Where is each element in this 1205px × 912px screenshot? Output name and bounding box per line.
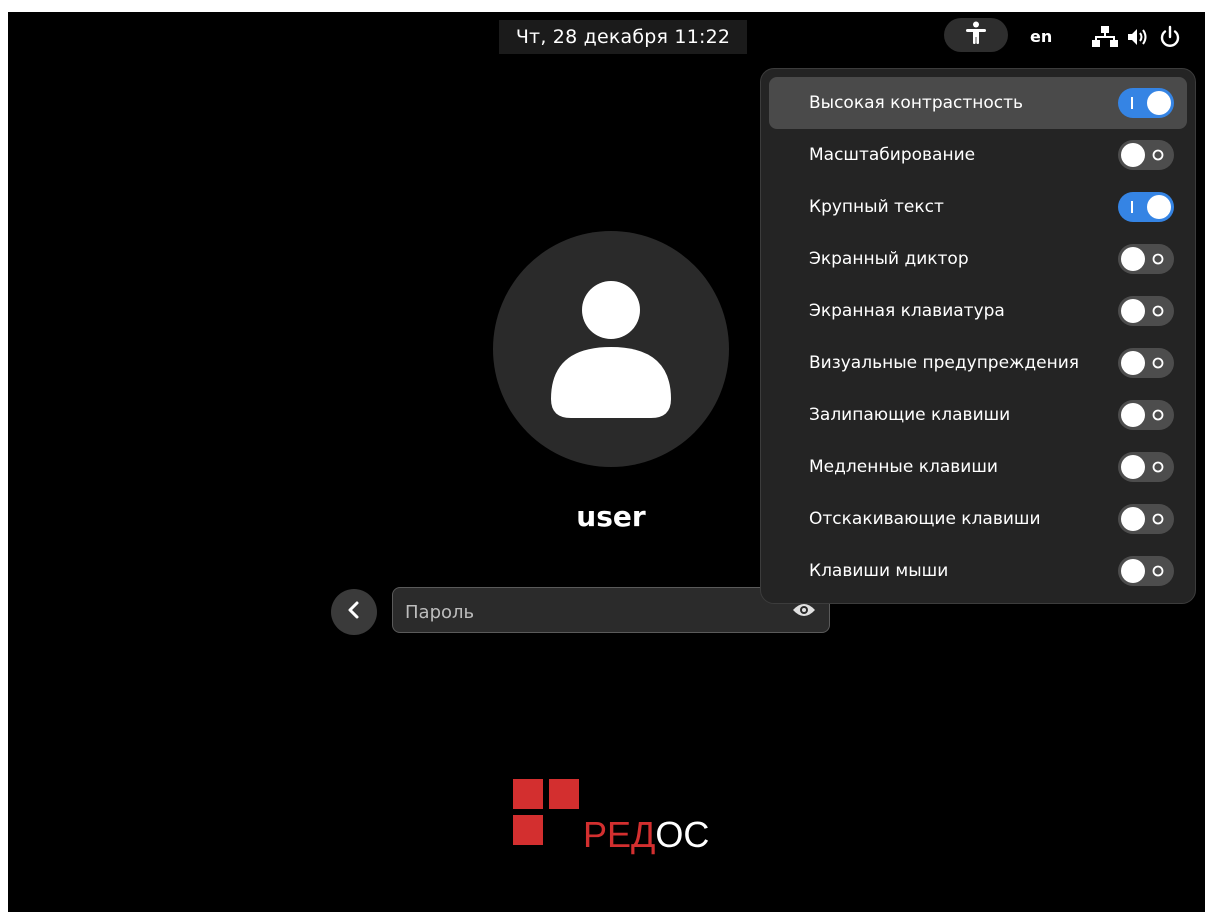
menu-item-label: Залипающие клавиши	[809, 405, 1011, 425]
menu-item-sticky-keys[interactable]: Залипающие клавиши	[769, 389, 1187, 441]
sticky-keys-toggle[interactable]	[1118, 400, 1174, 430]
toggle-on-icon	[1130, 192, 1134, 222]
menu-item-screen-keyboard[interactable]: Экранная клавиатура	[769, 285, 1187, 337]
username-label: user	[576, 500, 646, 533]
toggle-on-icon	[1130, 88, 1134, 118]
menu-item-label: Клавиши мыши	[809, 561, 949, 581]
menu-item-screen-reader[interactable]: Экранный диктор	[769, 233, 1187, 285]
menu-item-slow-keys[interactable]: Медленные клавиши	[769, 441, 1187, 493]
zoom-toggle[interactable]	[1118, 140, 1174, 170]
screen-reader-toggle[interactable]	[1118, 244, 1174, 274]
top-bar: Чт, 28 декабря 11:22 en	[8, 12, 1205, 62]
toggle-knob	[1121, 559, 1145, 583]
menu-item-label: Экранная клавиатура	[809, 301, 1005, 321]
toggle-off-icon	[1152, 400, 1164, 430]
menu-item-label: Медленные клавиши	[809, 457, 998, 477]
volume-icon	[1126, 25, 1150, 49]
accessibility-menu: Высокая контрастность Масштабирование Кр…	[760, 68, 1196, 604]
system-status-area[interactable]	[1092, 24, 1182, 50]
menu-item-visual-alerts[interactable]: Визуальные предупреждения	[769, 337, 1187, 389]
toggle-off-icon	[1152, 452, 1164, 482]
toggle-knob	[1121, 299, 1145, 323]
toggle-knob	[1121, 143, 1145, 167]
logo-text: РЕДОС	[583, 815, 709, 855]
high-contrast-toggle[interactable]	[1118, 88, 1174, 118]
back-button[interactable]	[331, 589, 377, 635]
password-input[interactable]	[403, 596, 787, 628]
menu-item-label: Визуальные предупреждения	[809, 353, 1079, 373]
logo-square	[513, 815, 543, 845]
toggle-knob	[1121, 247, 1145, 271]
slow-keys-toggle[interactable]	[1118, 452, 1174, 482]
power-icon	[1158, 25, 1182, 49]
logo-text-white: ОС	[655, 814, 710, 855]
accessibility-icon	[965, 21, 987, 49]
toggle-off-icon	[1152, 348, 1164, 378]
toggle-knob	[1147, 91, 1171, 115]
toggle-knob	[1121, 507, 1145, 531]
network-icon	[1092, 25, 1118, 49]
accessibility-menu-button[interactable]	[944, 18, 1008, 52]
toggle-off-icon	[1152, 140, 1164, 170]
toggle-knob	[1121, 403, 1145, 427]
menu-item-zoom[interactable]: Масштабирование	[769, 129, 1187, 181]
toggle-off-icon	[1152, 296, 1164, 326]
bounce-keys-toggle[interactable]	[1118, 504, 1174, 534]
language-indicator[interactable]: en	[1030, 22, 1052, 50]
large-text-toggle[interactable]	[1118, 192, 1174, 222]
menu-item-label: Отскакивающие клавиши	[809, 509, 1041, 529]
menu-item-label: Экранный диктор	[809, 249, 969, 269]
menu-item-mouse-keys[interactable]: Клавиши мыши	[769, 545, 1187, 597]
logo-text-red: РЕД	[583, 814, 656, 855]
screen-keyboard-toggle[interactable]	[1118, 296, 1174, 326]
menu-item-high-contrast[interactable]: Высокая контрастность	[769, 77, 1187, 129]
toggle-knob	[1121, 455, 1145, 479]
toggle-off-icon	[1152, 556, 1164, 586]
clock[interactable]: Чт, 28 декабря 11:22	[499, 20, 747, 54]
toggle-knob	[1121, 351, 1145, 375]
toggle-off-icon	[1152, 504, 1164, 534]
menu-item-label: Высокая контрастность	[809, 93, 1024, 113]
redos-logo: РЕДОС	[513, 779, 713, 859]
toggle-knob	[1147, 195, 1171, 219]
mouse-keys-toggle[interactable]	[1118, 556, 1174, 586]
menu-item-label: Крупный текст	[809, 197, 944, 217]
visual-alerts-toggle[interactable]	[1118, 348, 1174, 378]
toggle-off-icon	[1152, 244, 1164, 274]
avatar-icon	[551, 281, 671, 418]
back-icon	[344, 600, 364, 624]
logo-square	[549, 779, 579, 809]
menu-item-bounce-keys[interactable]: Отскакивающие клавиши	[769, 493, 1187, 545]
login-screen: Чт, 28 декабря 11:22 en user РЕДОС Высок…	[8, 12, 1205, 912]
user-avatar[interactable]	[493, 231, 729, 467]
menu-item-label: Масштабирование	[809, 145, 976, 165]
logo-square	[513, 779, 543, 809]
menu-item-large-text[interactable]: Крупный текст	[769, 181, 1187, 233]
